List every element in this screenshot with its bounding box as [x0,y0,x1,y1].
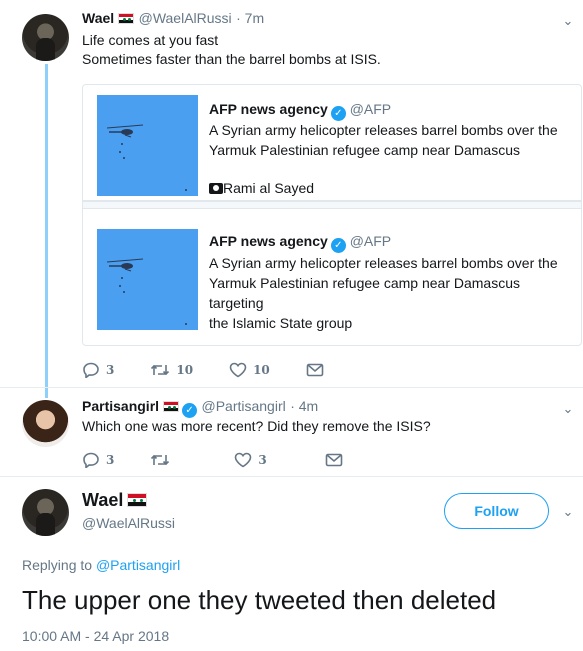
tweet1-action-bar: 3 10 10 [82,360,366,380]
direct-message-button[interactable] [306,363,330,377]
tweet3-author: Wael [82,490,148,511]
thread-connector-line [45,64,48,398]
replying-to-line: Replying to @Partisangirl [22,557,180,573]
tweet2-header: Partisangirl ✓ @Partisangirl · 4m [82,398,318,418]
tweet-text-line: Sometimes faster than the barrel bombs a… [82,51,381,67]
retweet-button[interactable]: 10 [150,362,193,378]
reply-icon [83,362,99,378]
reply-count: 3 [106,363,115,377]
quoted-text-line: Yarmuk Palestinian refugee camp near Dam… [209,275,521,311]
quoted-tweet-text: A Syrian army helicopter releases barrel… [209,253,569,333]
quoted-tweets-separator [83,201,581,209]
syria-flag-icon [163,401,180,412]
tweet-timestamp[interactable]: 10:00 AM - 24 Apr 2018 [22,628,169,644]
author-name[interactable]: Wael [82,10,114,26]
like-icon [229,362,247,378]
syria-flag-icon [118,13,135,24]
helicopter-image [106,124,144,138]
tweet1-header: Wael @WaelAlRussi · 7m [82,10,264,28]
author-handle[interactable]: @WaelAlRussi [82,515,175,531]
quoted-tweets-card[interactable]: AFP news agency ✓ @AFP A Syrian army heli… [82,84,582,346]
verified-badge-icon: ✓ [330,106,346,121]
quoted-text-line: Yarmuk Palestinian refugee camp near Dam… [209,142,521,158]
chevron-down-icon[interactable]: ⌄ [561,505,575,519]
tweet-text: Which one was more recent? Did they remo… [82,418,431,434]
direct-message-button[interactable] [325,453,349,467]
tweet-media-thumbnail[interactable] [97,95,198,196]
quoted-text-line: A Syrian army helicopter releases barrel… [209,255,558,271]
quoted-author-header: AFP news agency ✓ @AFP [209,233,391,253]
avatar[interactable] [22,400,69,447]
like-count: 10 [253,363,270,377]
quoted-author-handle[interactable]: @AFP [350,101,391,117]
dm-icon [325,453,343,467]
quoted-text-line: A Syrian army helicopter releases barrel… [209,122,558,138]
like-button[interactable]: 10 [229,362,270,378]
quoted-tweet-2[interactable]: AFP news agency ✓ @AFP A Syrian army heli… [83,209,581,331]
dm-icon [306,363,324,377]
quoted-author-name[interactable]: AFP news agency [209,101,328,117]
replying-to-prefix: Replying to [22,557,93,573]
quoted-author-handle[interactable]: @AFP [350,233,391,249]
like-count: 3 [258,453,267,467]
syria-flag-icon [127,493,148,507]
author-name[interactable]: Wael [82,490,123,510]
tweet-text: Life comes at you fast Sometimes faster … [82,31,381,69]
photo-credit-name: Rami al Sayed [223,180,315,196]
retweet-icon [151,454,170,466]
tweet-time[interactable]: · 4m [290,398,318,414]
tweet-media-thumbnail[interactable] [97,229,198,330]
quoted-author-name[interactable]: AFP news agency [209,233,328,249]
quoted-text-line: the Islamic State group [209,315,353,331]
author-name[interactable]: Partisangirl [82,398,159,414]
author-handle[interactable]: @Partisangirl [201,398,285,414]
quoted-author-header: AFP news agency ✓ @AFP [209,101,391,121]
like-button[interactable]: 3 [234,452,267,468]
verified-badge-icon: ✓ [182,403,198,418]
chevron-down-icon[interactable]: ⌄ [561,402,575,416]
tweet-text-line: Life comes at you fast [82,32,219,48]
follow-button[interactable]: Follow [444,493,549,529]
reply-button[interactable]: 3 [82,362,114,378]
photo-credit: Rami al Sayed [209,180,314,196]
retweet-icon [151,364,170,376]
tweet-time[interactable]: · 7m [236,10,264,26]
avatar[interactable] [22,14,69,61]
tweet-text: The upper one they tweeted then deleted [22,585,497,615]
replying-to-handle[interactable]: @Partisangirl [96,557,180,573]
camera-icon [209,183,223,194]
author-handle[interactable]: @WaelAlRussi [139,10,232,26]
helicopter-image [106,258,144,272]
reply-button[interactable]: 3 [82,452,114,468]
reply-icon [83,452,99,468]
verified-badge-icon: ✓ [330,238,346,253]
tweet-divider [0,387,583,388]
quoted-tweet-text: A Syrian army helicopter releases barrel… [209,120,569,160]
retweet-count: 10 [176,363,194,377]
reply-count: 3 [106,453,115,467]
quoted-tweet-1[interactable]: AFP news agency ✓ @AFP A Syrian army heli… [83,85,581,201]
retweet-button[interactable] [150,452,176,468]
tweet-divider [0,476,583,477]
like-icon [235,452,252,468]
chevron-down-icon[interactable]: ⌄ [561,14,575,28]
avatar[interactable] [22,489,69,536]
tweet2-action-bar: 3 3 [82,450,385,470]
